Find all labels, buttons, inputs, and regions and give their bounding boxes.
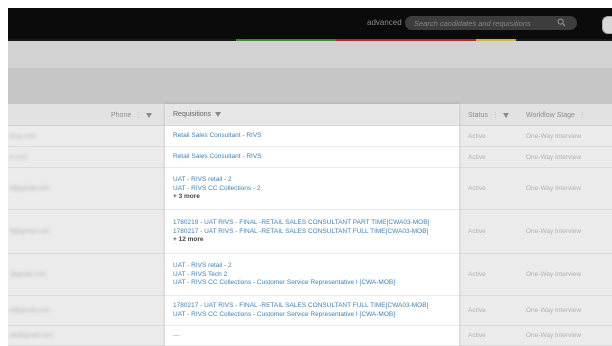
status-cell: Active — [468, 332, 486, 339]
menu-button[interactable] — [602, 16, 612, 34]
column-menu-icon: ⋮ — [135, 112, 143, 119]
status-cell: Active — [468, 133, 486, 140]
requisitions-column: Requisitions Retail Sales Consultant - R… — [165, 104, 459, 346]
requisition-link[interactable]: UAT - RIVS CC Collections - Customer Ser… — [173, 279, 455, 288]
requisition-row: 1780217 - UAT RIVS - FINAL -RETAIL SALES… — [165, 296, 459, 326]
candidate-email: lima.com — [10, 133, 37, 140]
search-input[interactable]: Search candidates and requisitions — [405, 16, 577, 30]
advanced-search-link[interactable]: advanced — [367, 18, 402, 27]
filter-icon[interactable] — [215, 111, 222, 117]
requisition-row: UAT - RIVS retail - 2 UAT - RIVS Tech 2 UA… — [165, 254, 459, 296]
requisition-row: UAT - RIVS retail - 2 UAT - RIVS CC Colle… — [165, 168, 459, 210]
column-status[interactable]: Status ⋮ — [468, 111, 509, 119]
requisition-link[interactable]: UAT - RIVS Tech 2 — [173, 271, 455, 280]
requisition-row: Retail Sales Consultant - RIVS — [165, 147, 459, 168]
search-placeholder: Search candidates and requisitions — [414, 18, 531, 28]
subheader-band — [8, 41, 612, 68]
workflow-stage-cell: One-Way Interview — [526, 154, 582, 161]
candidate-email: ab@gmail.com — [10, 332, 54, 339]
requisition-link[interactable]: UAT - RIVS CC Collections - Customer Ser… — [173, 311, 455, 320]
requisitions-header-label: Requisitions — [173, 111, 222, 118]
filter-icon[interactable] — [146, 112, 153, 118]
column-menu-icon: ⋮ — [578, 112, 586, 119]
status-cell: Active — [468, 185, 486, 192]
requisition-link[interactable]: Retail Sales Consultant - RIVS — [173, 132, 455, 141]
column-status-label: Status — [468, 112, 488, 119]
requisition-link[interactable]: UAT - RIVS retail - 2 — [173, 176, 455, 185]
candidate-email: 8@gmail.com — [10, 307, 50, 314]
toolbar-band — [8, 68, 612, 104]
candidate-email: 8@gmail.com — [10, 185, 50, 192]
requisition-list: 1780219 - UAT RIVS - FINAL -RETAIL SALES… — [173, 219, 455, 245]
requisition-link[interactable]: 1780217 - UAT RIVS - FINAL -RETAIL SALES… — [173, 228, 455, 237]
requisitions-header[interactable]: Requisitions — [165, 104, 459, 126]
workflow-stage-cell: One-Way Interview — [526, 332, 582, 339]
column-workflow-stage[interactable]: Workflow Stage ⋮ — [526, 111, 586, 119]
status-cell: Active — [468, 228, 486, 235]
workflow-stage-cell: One-Way Interview — [526, 133, 582, 140]
status-cell: Active — [468, 307, 486, 314]
requisition-link[interactable]: 1780219 - UAT RIVS - FINAL -RETAIL SALES… — [173, 219, 455, 228]
requisition-list: UAT - RIVS retail - 2 UAT - RIVS Tech 2 UA… — [173, 262, 455, 288]
workflow-stage-cell: One-Way Interview — [526, 228, 582, 235]
candidate-email: e.com — [10, 154, 28, 161]
search-icon[interactable] — [557, 18, 566, 27]
requisition-link[interactable]: 1780217 - UAT RIVS - FINAL -RETAIL SALES… — [173, 302, 455, 311]
column-phone-label: Phone — [111, 112, 132, 119]
column-workflow-label: Workflow Stage — [526, 112, 575, 119]
requisition-link[interactable]: UAT - RIVS retail - 2 — [173, 262, 455, 271]
candidate-email: @gmail.com — [10, 271, 47, 278]
column-menu-icon: ⋮ — [491, 112, 499, 119]
requisition-list: Retail Sales Consultant - RIVS — [173, 132, 455, 141]
requisition-list: UAT - RIVS retail - 2 UAT - RIVS CC Colle… — [173, 176, 455, 202]
empty-requisitions: --- — [173, 332, 180, 339]
workflow-stage-cell: One-Way Interview — [526, 185, 582, 192]
requisition-list: Retail Sales Consultant - RIVS — [173, 153, 455, 162]
app-window: advanced Search candidates and requisiti… — [0, 0, 612, 346]
requisition-list: --- — [173, 332, 455, 339]
filter-icon[interactable] — [502, 112, 509, 118]
requisition-link[interactable]: UAT - RIVS CC Collections - 2 — [173, 185, 455, 194]
candidate-email: 8@gmail.com — [10, 228, 50, 235]
workflow-stage-cell: One-Way Interview — [526, 307, 582, 314]
requisition-row: Retail Sales Consultant - RIVS — [165, 126, 459, 147]
requisition-list: 1780217 - UAT RIVS - FINAL -RETAIL SALES… — [173, 302, 455, 319]
column-phone[interactable]: Phone ⋮ — [111, 111, 153, 119]
more-requisitions-link[interactable]: + 3 more — [173, 193, 455, 202]
status-cell: Active — [468, 271, 486, 278]
requisition-link[interactable]: Retail Sales Consultant - RIVS — [173, 153, 455, 162]
requisition-row: --- — [165, 326, 459, 346]
status-cell: Active — [468, 154, 486, 161]
more-requisitions-link[interactable]: + 12 more — [173, 236, 455, 245]
requisition-row: 1780219 - UAT RIVS - FINAL -RETAIL SALES… — [165, 210, 459, 254]
workflow-stage-cell: One-Way Interview — [526, 271, 582, 278]
